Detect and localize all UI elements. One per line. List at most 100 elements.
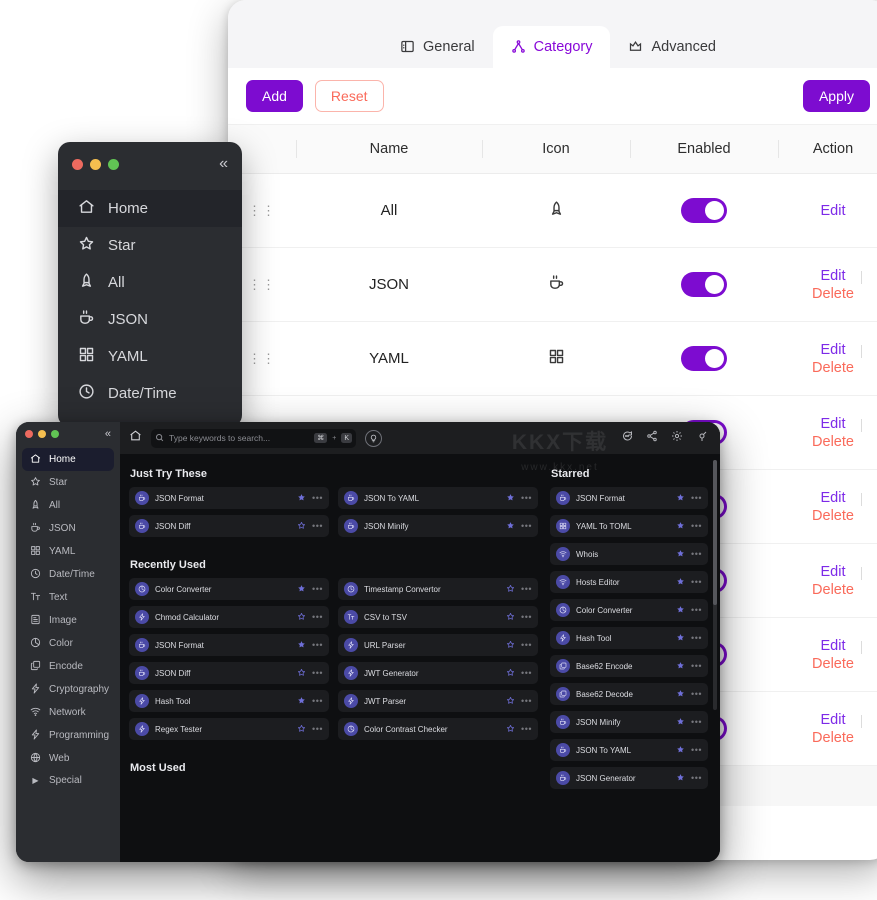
tool-card[interactable]: Chmod Calculator ••• <box>129 606 329 628</box>
sidebar-item-home[interactable]: Home <box>22 448 114 471</box>
star-filled-icon[interactable] <box>506 489 515 507</box>
tool-card[interactable]: JWT Generator ••• <box>338 662 538 684</box>
sidebar-item-json[interactable]: JSON <box>58 301 242 338</box>
sidebar-item-star[interactable]: Star <box>22 471 114 494</box>
edit-link[interactable]: Edit <box>820 638 863 654</box>
star-filled-icon[interactable] <box>676 601 685 619</box>
star-filled-icon[interactable] <box>676 573 685 591</box>
sidebar-item-home[interactable]: Home <box>58 190 242 227</box>
apply-button[interactable]: Apply <box>802 80 870 112</box>
more-options-icon[interactable]: ••• <box>691 662 702 671</box>
star-filled-icon[interactable] <box>676 685 685 703</box>
more-options-icon[interactable]: ••• <box>521 669 532 678</box>
tab-category[interactable]: Category <box>492 26 611 68</box>
enabled-toggle[interactable] <box>681 346 727 371</box>
more-options-icon[interactable]: ••• <box>312 522 323 531</box>
star-outline-icon[interactable] <box>506 580 515 598</box>
tool-card[interactable]: JSON Minify ••• <box>338 515 538 537</box>
tool-card[interactable]: CSV to TSV ••• <box>338 606 538 628</box>
scrollbar-thumb[interactable] <box>713 460 717 605</box>
delete-link[interactable]: Delete <box>812 286 854 302</box>
more-options-icon[interactable]: ••• <box>312 641 323 650</box>
more-options-icon[interactable]: ••• <box>521 494 532 503</box>
sidebar-item-yaml[interactable]: YAML <box>58 338 242 375</box>
star-filled-icon[interactable] <box>676 713 685 731</box>
more-options-icon[interactable]: ••• <box>691 606 702 615</box>
delete-link[interactable]: Delete <box>812 508 854 524</box>
drag-handle[interactable]: ⋮⋮ <box>248 278 276 291</box>
enabled-toggle[interactable] <box>681 198 727 223</box>
tab-general[interactable]: General <box>382 26 493 68</box>
sidebar-item-network[interactable]: Network <box>22 701 114 724</box>
star-filled-icon[interactable] <box>676 629 685 647</box>
sidebar-item-encode[interactable]: Encode <box>22 655 114 678</box>
sidebar-item-color[interactable]: Color <box>22 632 114 655</box>
star-outline-icon[interactable] <box>506 636 515 654</box>
more-options-icon[interactable]: ••• <box>521 613 532 622</box>
star-filled-icon[interactable] <box>297 489 306 507</box>
more-options-icon[interactable]: ••• <box>521 725 532 734</box>
delete-link[interactable]: Delete <box>812 434 854 450</box>
sidebar-item-special[interactable]: ▶ Special <box>22 770 114 790</box>
edit-link[interactable]: Edit <box>820 416 863 432</box>
edit-link[interactable]: Edit <box>820 564 863 580</box>
delete-link[interactable]: Delete <box>812 582 854 598</box>
more-options-icon[interactable]: ••• <box>312 613 323 622</box>
star-filled-icon[interactable] <box>297 580 306 598</box>
star-outline-icon[interactable] <box>297 608 306 626</box>
star-filled-icon[interactable] <box>506 517 515 535</box>
tool-card[interactable]: JSON Generator ••• <box>550 767 708 789</box>
vertical-scrollbar[interactable] <box>713 460 717 710</box>
sidebar-item-date-time[interactable]: Date/Time <box>58 375 242 412</box>
edit-link[interactable]: Edit <box>821 203 846 219</box>
tool-card[interactable]: Hash Tool ••• <box>550 627 708 649</box>
sidebar-item-json[interactable]: JSON <box>22 517 114 540</box>
tool-card[interactable]: URL Parser ••• <box>338 634 538 656</box>
tool-card[interactable]: YAML To TOML ••• <box>550 515 708 537</box>
tool-card[interactable]: JSON Minify ••• <box>550 711 708 733</box>
edit-link[interactable]: Edit <box>820 490 863 506</box>
sidebar-item-text[interactable]: Text <box>22 586 114 609</box>
tool-card[interactable]: Base62 Encode ••• <box>550 655 708 677</box>
tool-card[interactable]: Hosts Editor ••• <box>550 571 708 593</box>
delete-link[interactable]: Delete <box>812 360 854 376</box>
star-filled-icon[interactable] <box>676 657 685 675</box>
sidebar-item-image[interactable]: Image <box>22 609 114 632</box>
tab-advanced[interactable]: Advanced <box>610 26 734 68</box>
more-options-icon[interactable]: ••• <box>691 634 702 643</box>
collapse-sidebar-icon[interactable]: « <box>219 156 228 172</box>
reset-button[interactable]: Reset <box>314 80 384 112</box>
more-options-icon[interactable]: ••• <box>691 718 702 727</box>
more-options-icon[interactable]: ••• <box>312 669 323 678</box>
sidebar-item-cryptography[interactable]: Cryptography <box>22 678 114 701</box>
star-filled-icon[interactable] <box>676 769 685 787</box>
sidebar-item-web[interactable]: Web <box>22 747 114 770</box>
more-options-icon[interactable]: ••• <box>312 697 323 706</box>
star-outline-icon[interactable] <box>297 517 306 535</box>
gear-icon[interactable] <box>671 429 683 447</box>
tool-card[interactable]: JSON To YAML ••• <box>338 487 538 509</box>
tool-card[interactable]: JWT Parser ••• <box>338 690 538 712</box>
star-outline-icon[interactable] <box>506 692 515 710</box>
add-button[interactable]: Add <box>246 80 303 112</box>
sidebar-item-all[interactable]: All <box>58 264 242 301</box>
star-outline-icon[interactable] <box>506 664 515 682</box>
tool-card[interactable]: Regex Tester ••• <box>129 718 329 740</box>
more-options-icon[interactable]: ••• <box>521 697 532 706</box>
more-options-icon[interactable]: ••• <box>691 522 702 531</box>
more-options-icon[interactable]: ••• <box>312 494 323 503</box>
drag-handle[interactable]: ⋮⋮ <box>248 204 276 217</box>
tool-card[interactable]: JSON Format ••• <box>129 634 329 656</box>
tool-card[interactable]: JSON Diff ••• <box>129 515 329 537</box>
drag-handle[interactable]: ⋮⋮ <box>248 352 276 365</box>
edit-link[interactable]: Edit <box>820 268 863 284</box>
tool-card[interactable]: JSON Diff ••• <box>129 662 329 684</box>
search-input[interactable]: Type keywords to search... ⌘ + K <box>151 428 356 448</box>
sidebar-item-date-time[interactable]: Date/Time <box>22 563 114 586</box>
star-filled-icon[interactable] <box>676 517 685 535</box>
star-filled-icon[interactable] <box>676 741 685 759</box>
more-options-icon[interactable]: ••• <box>691 746 702 755</box>
tool-card[interactable]: Timestamp Convertor ••• <box>338 578 538 600</box>
star-outline-icon[interactable] <box>506 608 515 626</box>
minimize-icon[interactable] <box>90 158 101 170</box>
